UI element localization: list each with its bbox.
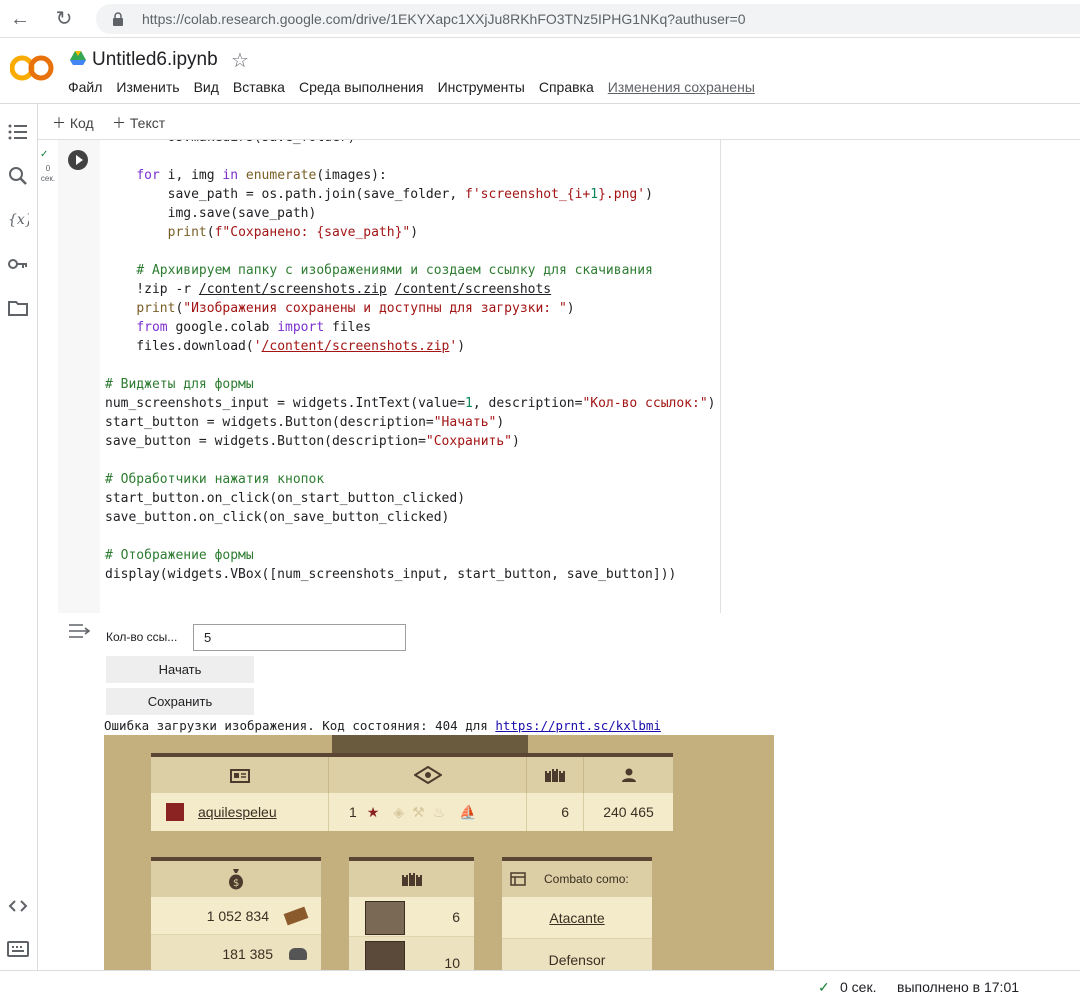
status-completed[interactable]: выполнено в 17:01 — [897, 979, 1019, 995]
alliance-icon — [329, 757, 527, 793]
rank-cell: 1 ★ ◈⚒♨ ⛵ — [329, 793, 527, 831]
back-icon[interactable]: ← — [8, 7, 32, 31]
output-actions-icon[interactable] — [68, 622, 90, 640]
error-link[interactable]: https://prnt.sc/kxlbmi — [495, 718, 661, 733]
cell-gutter — [38, 140, 58, 970]
terminal-icon[interactable] — [7, 938, 29, 960]
game-banner-image — [332, 735, 528, 753]
castle-count-2: 10 — [444, 955, 460, 970]
status-bar: ✓ 0 сек. выполнено в 17:01 — [0, 970, 1080, 1006]
address-bar[interactable]: https://colab.research.google.com/drive/… — [96, 4, 1080, 34]
role-defender[interactable]: Defensor — [502, 939, 652, 970]
error-message: Ошибка загрузки изображения. Код состоян… — [104, 718, 661, 733]
stone-icon — [289, 948, 307, 960]
svg-text:{x}: {x} — [8, 212, 29, 228]
player-name[interactable]: aquilespeleu — [198, 804, 277, 820]
code-snippets-icon[interactable] — [7, 895, 29, 917]
execution-time: 0 сек. — [38, 164, 58, 184]
castle-thumbnail-2[interactable] — [365, 941, 405, 970]
menu-edit[interactable]: Изменить — [116, 79, 179, 95]
variables-icon[interactable]: {x} — [7, 208, 29, 230]
resource-2-value: 181 385 — [222, 946, 273, 962]
role-attacker[interactable]: Atacante — [502, 897, 652, 939]
star-rank-icon: ★ — [366, 803, 380, 820]
start-button[interactable]: Начать — [106, 656, 254, 683]
castle-thumbnail-1[interactable] — [365, 901, 405, 935]
error-text: Ошибка загрузки изображения. Код состоян… — [104, 718, 496, 733]
combat-label: Combato como: — [544, 872, 629, 886]
status-time: 0 сек. — [840, 979, 877, 995]
status-check-icon: ✓ — [818, 979, 830, 995]
combat-table: Combato como: Atacante Defensor — [502, 857, 652, 970]
url-text: https://colab.research.google.com/drive/… — [142, 11, 746, 27]
combat-icon — [510, 872, 526, 886]
lock-icon — [113, 12, 123, 26]
folder-icon[interactable] — [7, 297, 29, 319]
ship-icon: ⛵ — [459, 803, 477, 820]
add-code-button[interactable]: ＋ Код — [52, 113, 94, 133]
drive-icon[interactable] — [70, 51, 86, 65]
castles-table: 6 10 — [349, 857, 474, 970]
resource-row-1: 1 052 834 — [151, 897, 321, 935]
points-value: 240 465 — [603, 804, 654, 820]
colab-logo-icon[interactable] — [10, 53, 54, 83]
resources-table: $ 1 052 834 181 385 — [151, 857, 321, 970]
menu-bar: Файл Изменить Вид Вставка Среда выполнен… — [68, 79, 769, 95]
castle-row-1: 6 — [349, 897, 474, 937]
user-icon — [584, 757, 673, 793]
castle-icon — [527, 757, 584, 793]
notebook-title[interactable]: Untitled6.ipynb — [92, 49, 218, 71]
castles-value: 6 — [527, 793, 584, 831]
run-cell-button[interactable] — [68, 150, 88, 170]
player-emblem-icon — [166, 803, 184, 821]
left-sidebar: {x} — [0, 104, 38, 970]
check-icon: ✓ — [40, 149, 49, 160]
add-text-label: Текст — [129, 115, 166, 131]
faded-honors-icon: ◈⚒♨ — [393, 803, 454, 820]
code-text: os.makedirs(save_folder) for i, img in e… — [105, 140, 716, 582]
execution-unit: сек. — [40, 174, 56, 183]
table-of-contents-icon[interactable] — [7, 121, 29, 143]
rank-value: 1 — [349, 804, 357, 820]
resource-1-value: 1 052 834 — [206, 907, 269, 924]
colab-header: Untitled6.ipynb ☆ Файл Изменить Вид Вста… — [0, 38, 1080, 104]
notebook-toolbar: ＋ Код ＋ Текст — [38, 104, 1080, 140]
browser-toolbar: ← ↻ https://colab.research.google.com/dr… — [0, 0, 1080, 38]
badge-icon — [151, 757, 329, 793]
saved-status[interactable]: Изменения сохранены — [608, 79, 755, 95]
add-code-label: Код — [69, 115, 94, 131]
castle-row-2: 10 — [349, 937, 474, 970]
screenshots-count-input[interactable]: 5 — [193, 624, 406, 651]
player-table: aquilespeleu 1 ★ ◈⚒♨ ⛵ 6 240 465 — [151, 753, 673, 831]
game-screenshot: aquilespeleu 1 ★ ◈⚒♨ ⛵ 6 240 465 $ 1 052… — [104, 735, 774, 970]
menu-runtime[interactable]: Среда выполнения — [299, 79, 424, 95]
wood-icon — [283, 906, 309, 925]
add-text-button[interactable]: ＋ Текст — [112, 113, 165, 133]
menu-help[interactable]: Справка — [539, 79, 594, 95]
execution-count: 0 — [45, 164, 51, 173]
player-table-header — [151, 757, 673, 793]
widget-label: Кол-во ссы... — [106, 630, 178, 644]
player-row: aquilespeleu 1 ★ ◈⚒♨ ⛵ 6 240 465 — [151, 793, 673, 831]
money-bag-icon: $ — [151, 861, 321, 897]
menu-file[interactable]: Файл — [68, 79, 102, 95]
castle-count-1: 6 — [452, 909, 460, 925]
save-button[interactable]: Сохранить — [106, 688, 254, 715]
code-editor[interactable]: os.makedirs(save_folder) for i, img in e… — [100, 140, 720, 613]
reload-icon[interactable]: ↻ — [52, 7, 76, 31]
player-cell: aquilespeleu — [151, 793, 329, 831]
search-icon[interactable] — [7, 165, 29, 187]
combat-header: Combato como: — [502, 861, 652, 897]
menu-view[interactable]: Вид — [194, 79, 219, 95]
menu-tools[interactable]: Инструменты — [438, 79, 525, 95]
castles-header-icon — [349, 861, 474, 897]
menu-insert[interactable]: Вставка — [233, 79, 285, 95]
svg-text:$: $ — [233, 878, 239, 889]
star-icon[interactable]: ☆ — [231, 48, 249, 73]
resource-row-2: 181 385 — [151, 935, 321, 970]
key-icon[interactable] — [7, 253, 29, 275]
